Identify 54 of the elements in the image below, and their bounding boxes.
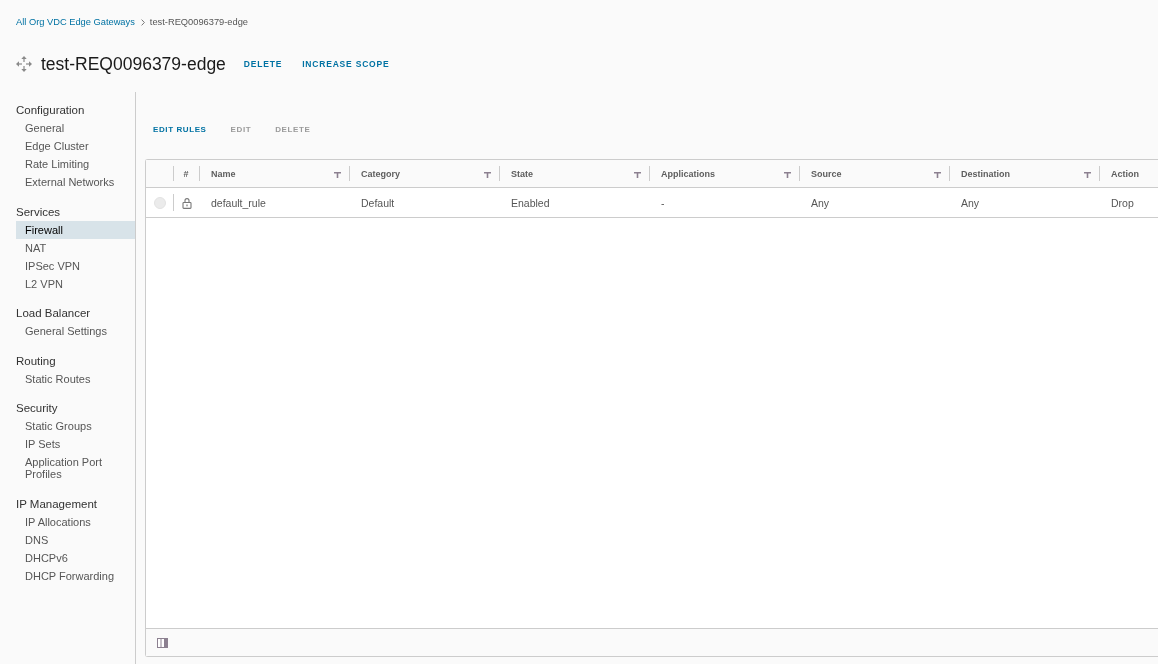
four-arrows-icon bbox=[16, 56, 32, 72]
column-header[interactable]: Applications bbox=[661, 168, 715, 179]
table-cell: default_rule bbox=[211, 196, 266, 209]
sidebar-section-title: IP Management bbox=[16, 496, 98, 512]
table-cell: Any bbox=[961, 196, 980, 209]
column-toggle-icon[interactable] bbox=[157, 637, 168, 648]
filter-icon[interactable] bbox=[334, 171, 341, 178]
column-header[interactable]: State bbox=[511, 168, 533, 179]
table-cell: Any bbox=[811, 196, 830, 209]
sidebar-item[interactable]: Firewall bbox=[16, 220, 135, 239]
column-header[interactable]: # bbox=[183, 168, 189, 179]
sidebar-section-title: Routing bbox=[16, 353, 57, 369]
filter-icon[interactable] bbox=[484, 171, 491, 178]
sidebar-item[interactable]: IPSec VPN bbox=[16, 256, 135, 275]
sidebar-item[interactable]: Rate Limiting bbox=[16, 155, 135, 173]
table-cell: Drop bbox=[1111, 196, 1134, 209]
page-title: test-REQ0096379-edge bbox=[41, 53, 226, 76]
column-header[interactable]: Category bbox=[361, 168, 400, 179]
sidebar-section-title: Services bbox=[16, 204, 62, 220]
filter-icon[interactable] bbox=[634, 171, 641, 178]
sidebar-item[interactable]: NAT bbox=[16, 238, 135, 257]
sidebar-item[interactable]: Edge Cluster bbox=[16, 137, 135, 155]
radio-button[interactable] bbox=[154, 196, 166, 209]
toolbar-button[interactable]: EDIT RULES bbox=[141, 120, 219, 138]
chevron-icon bbox=[140, 18, 145, 26]
column-header[interactable]: Destination bbox=[961, 168, 1010, 179]
sidebar-item[interactable]: Static Routes bbox=[16, 369, 135, 388]
sidebar-item[interactable]: General bbox=[16, 119, 135, 137]
sidebar-item[interactable]: Application Port Profiles bbox=[16, 453, 135, 483]
sidebar-item[interactable]: DHCP Forwarding bbox=[16, 566, 135, 585]
sidebar-section-title: Security bbox=[16, 401, 59, 416]
sidebar-item[interactable]: General Settings bbox=[16, 322, 135, 340]
sidebar-item[interactable]: IP Sets bbox=[16, 435, 135, 453]
sidebar-item[interactable]: External Networks bbox=[16, 173, 135, 191]
sidebar-item[interactable]: IP Allocations bbox=[16, 512, 135, 531]
filter-icon[interactable] bbox=[1084, 171, 1091, 178]
sidebar-item[interactable]: L2 VPN bbox=[16, 274, 135, 293]
sidebar-section-title: Load Balancer bbox=[16, 306, 92, 321]
header-action-button[interactable]: INCREASE SCOPE bbox=[292, 54, 400, 74]
filter-icon[interactable] bbox=[784, 171, 791, 178]
column-header[interactable]: Name bbox=[211, 168, 236, 179]
column-header[interactable]: Source bbox=[811, 168, 842, 179]
filter-icon[interactable] bbox=[934, 171, 941, 178]
table-cell: Default bbox=[361, 196, 395, 209]
sidebar-section-title: Configuration bbox=[16, 103, 86, 118]
breadcrumb-link[interactable]: All Org VDC Edge Gateways bbox=[16, 16, 135, 28]
breadcrumb-current: test-REQ0096379-edge bbox=[149, 16, 249, 28]
sidebar-item[interactable]: DHCPv6 bbox=[16, 548, 135, 567]
table-cell: - bbox=[661, 196, 665, 209]
table-cell: Enabled bbox=[511, 196, 550, 209]
sidebar-item[interactable]: DNS bbox=[16, 530, 135, 549]
column-header[interactable]: Action bbox=[1111, 168, 1139, 179]
sidebar-item[interactable]: Static Groups bbox=[16, 417, 135, 435]
header-action-button[interactable]: DELETE bbox=[233, 54, 293, 74]
